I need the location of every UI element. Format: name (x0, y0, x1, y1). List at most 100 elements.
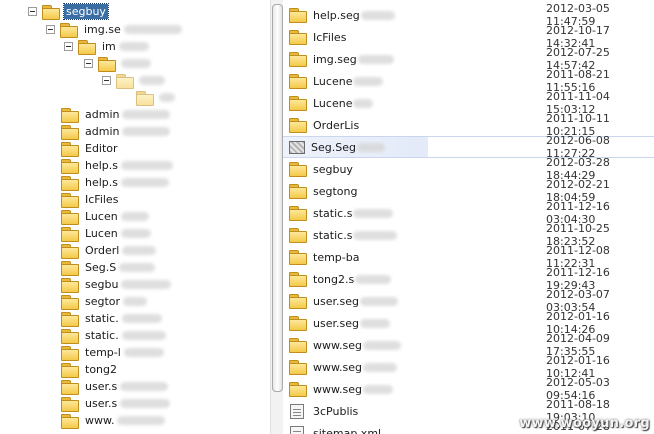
folder-icon (289, 118, 307, 133)
file-name: help.seg (313, 8, 360, 22)
file-name: img.seg (313, 52, 357, 66)
tree-node-segbuy[interactable]: segbuy (28, 3, 109, 20)
file-name: user.seg (313, 294, 359, 308)
archive-icon (289, 140, 305, 154)
tree-node-label: IcFiles (85, 193, 119, 206)
tree-node-label: admin (85, 125, 120, 138)
folder-icon (289, 96, 307, 111)
file-row[interactable]: Lucene 2011-08-21 11:55:16 (283, 68, 654, 94)
folder-icon (289, 206, 307, 221)
file-name: tong2.s (313, 272, 355, 286)
watermark: www.wooyun.org (519, 416, 650, 431)
file-row[interactable]: temp-ba 2011-12-08 11:22:31 (283, 244, 654, 270)
file-row[interactable]: segbuy 2012-03-28 18:44:29 (283, 156, 654, 182)
file-name: Lucene (313, 96, 353, 110)
tree-node[interactable]: help.s (61, 174, 170, 191)
file-row[interactable]: help.seg 2012-03-05 11:47:59 (283, 2, 654, 28)
file-name: temp-ba (313, 250, 360, 264)
folder-icon (136, 90, 154, 106)
file-row[interactable]: Lucene 2011-11-04 15:03:12 (283, 90, 654, 116)
file-row[interactable]: static.s 2011-10-25 18:23:52 (283, 222, 654, 248)
folder-icon (289, 8, 307, 23)
tree-node[interactable]: img.se (46, 21, 182, 38)
file-name: user.seg (313, 316, 359, 330)
file-name: www.seg (313, 360, 362, 374)
tree-node[interactable]: help.s (61, 157, 174, 174)
tree-node[interactable]: admin (61, 106, 171, 123)
folder-icon (289, 272, 307, 287)
tree-node[interactable]: im (64, 38, 149, 55)
folder-icon (98, 56, 116, 72)
folder-icon (42, 4, 60, 20)
tree-vertical-scrollbar[interactable] (270, 0, 284, 434)
tree-node[interactable] (136, 89, 175, 106)
file-row[interactable]: www.seg 2012-04-09 17:35:55 (283, 332, 654, 358)
tree-node[interactable] (84, 55, 151, 72)
folder-icon (289, 338, 307, 353)
tree-node[interactable]: Lucen (61, 208, 149, 225)
folder-icon (61, 107, 79, 123)
folder-icon (60, 22, 78, 38)
collapse-toggle-icon[interactable] (84, 59, 93, 68)
tree-node[interactable]: Orderl (61, 242, 157, 259)
tree-node-label: user.s (85, 380, 118, 393)
tree-node[interactable]: tong2 (61, 361, 119, 378)
tree-node[interactable]: IcFiles (61, 191, 120, 208)
tree-node-label: Orderl (85, 244, 120, 257)
file-row[interactable]: user.seg 2012-03-07 03:03:54 (283, 288, 654, 314)
collapse-toggle-icon[interactable] (102, 76, 111, 85)
tree-node[interactable]: segbu (61, 276, 172, 293)
folder-icon (78, 39, 96, 55)
tree-node[interactable]: user.s (61, 395, 171, 412)
tree-node[interactable]: static. (61, 310, 162, 327)
folder-icon (61, 141, 79, 157)
collapse-toggle-icon[interactable] (64, 42, 73, 51)
file-row[interactable]: IcFiles 2012-10-17 14:32:41 (283, 24, 654, 50)
file-row[interactable]: tong2.s 2011-12-16 19:29:43 (283, 266, 654, 292)
folder-icon (61, 243, 79, 259)
tree-node[interactable]: temp-l (61, 344, 164, 361)
tree-node[interactable]: static. (61, 327, 166, 344)
folder-icon (61, 158, 79, 174)
document-icon (290, 425, 304, 434)
file-name: Seg.Seg (311, 140, 356, 154)
tree-node[interactable]: Lucen (61, 225, 151, 242)
file-row[interactable]: www.seg 2012-05-03 09:54:16 (283, 376, 654, 402)
file-row[interactable]: img.seg 2012-07-25 14:57:42 (283, 46, 654, 72)
tree-node-label: Lucen (85, 227, 118, 240)
tree-node[interactable]: segtor (61, 293, 148, 310)
tree-node-label: segbu (85, 278, 119, 291)
tree-node-label: admin (85, 108, 120, 121)
folder-icon (61, 192, 79, 208)
collapse-toggle-icon[interactable] (28, 7, 37, 16)
file-row[interactable]: static.s 2011-12-16 03:04:30 (283, 200, 654, 226)
scrollbar-thumb[interactable] (272, 4, 283, 392)
folder-icon (289, 228, 307, 243)
tree-node[interactable]: Seg.S (61, 259, 156, 276)
file-row[interactable]: OrderLis 2011-10-11 10:21:15 (283, 112, 654, 138)
file-name: static.s (313, 206, 353, 220)
tree-node[interactable] (102, 72, 165, 89)
tree-node-label: user.s (85, 397, 118, 410)
file-row[interactable]: segtong 2012-02-21 18:04:59 (283, 178, 654, 204)
tree-node[interactable]: Editor (61, 140, 120, 157)
file-row[interactable]: Seg.Seg 2012-06-08 11:27:22 (283, 134, 654, 160)
tree-node-label: img.se (84, 23, 121, 36)
folder-icon (61, 124, 79, 140)
folder-icon (289, 382, 307, 397)
tree-node[interactable]: www. (61, 412, 166, 429)
folder-icon (61, 175, 79, 191)
tree-node-label: Lucen (85, 210, 118, 223)
folder-icon (61, 226, 79, 242)
tree-node[interactable]: admin (61, 123, 171, 140)
tree-node[interactable]: user.s (61, 378, 169, 395)
tree-node-label: segbuy (63, 3, 109, 20)
folder-icon (289, 52, 307, 67)
file-row[interactable]: user.seg 2012-01-16 10:14:26 (283, 310, 654, 336)
file-name: OrderLis (313, 118, 360, 132)
file-name: segtong (313, 184, 358, 198)
tree-node-label: tong2 (85, 363, 117, 376)
file-row[interactable]: www.seg 2012-01-16 10:12:41 (283, 354, 654, 380)
collapse-toggle-icon[interactable] (46, 25, 55, 34)
document-icon (290, 403, 304, 419)
